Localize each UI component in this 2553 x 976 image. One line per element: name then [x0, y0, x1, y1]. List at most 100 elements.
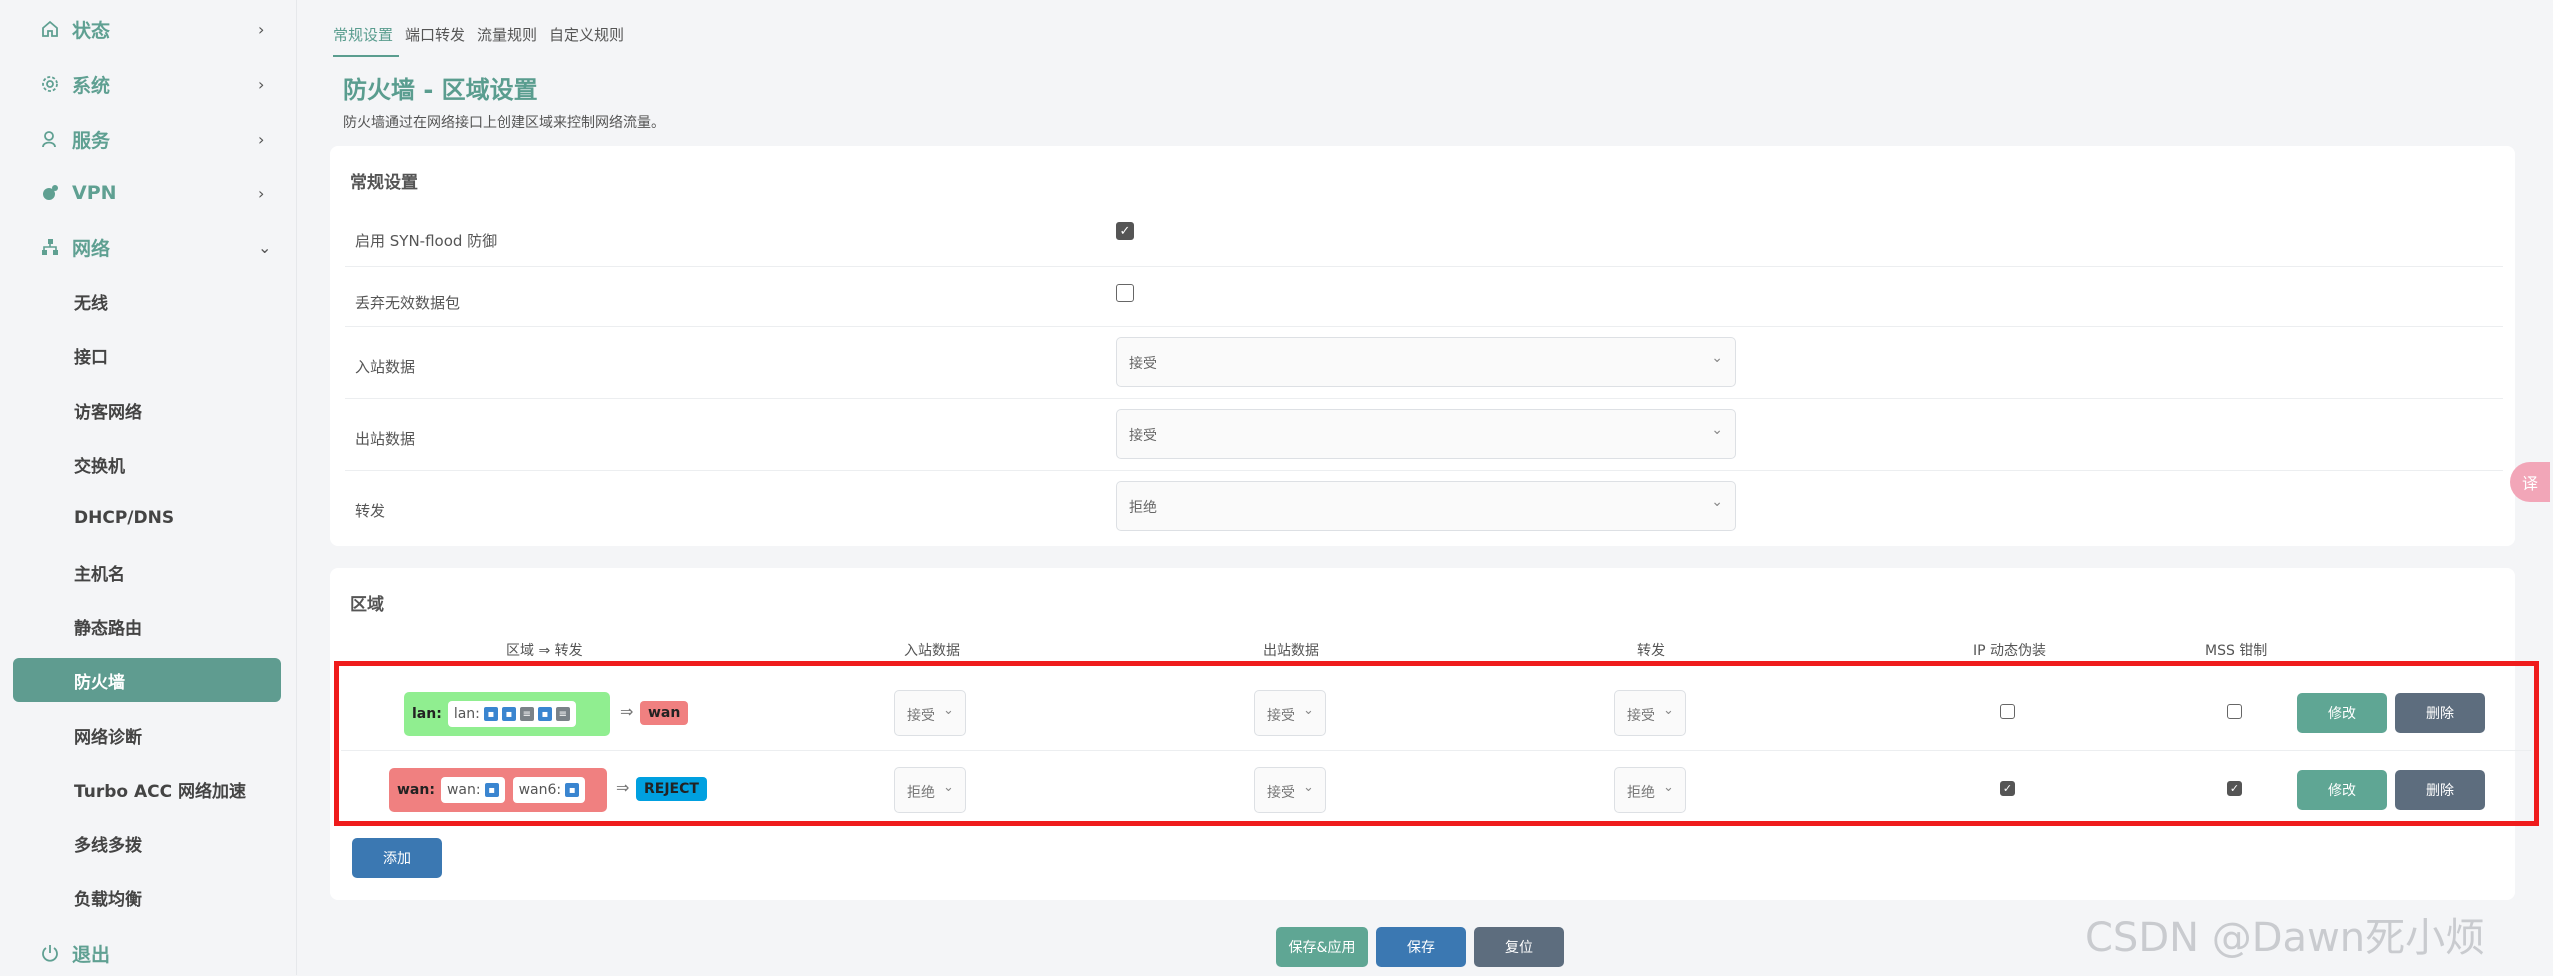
- sidebar-item-static-routes[interactable]: 静态路由: [0, 604, 296, 648]
- chevron-down-icon: ⌄: [1303, 780, 1314, 795]
- page-description: 防火墙通过在网络接口上创建区域来控制网络流量。: [343, 115, 665, 131]
- sidebar-item-interfaces[interactable]: 接口: [0, 333, 296, 377]
- reset-button[interactable]: 复位: [1474, 927, 1564, 967]
- sidebar-item-diagnostics[interactable]: 网络诊断: [0, 713, 296, 757]
- mss-clamping-checkbox[interactable]: [2227, 704, 2242, 719]
- sidebar-item-label: 网络诊断: [74, 727, 142, 748]
- sidebar-item-label: Turbo ACC 网络加速: [74, 781, 247, 802]
- ethernet-icon: ▪: [501, 707, 516, 721]
- chevron-down-icon: ⌄: [1711, 494, 1723, 510]
- sidebar-item-turbo-acc[interactable]: Turbo ACC 网络加速: [0, 767, 296, 811]
- tab-custom-rules[interactable]: 自定义规则: [549, 20, 630, 57]
- masquerade-checkbox[interactable]: ✓: [2000, 781, 2015, 796]
- sidebar-item-label: 访客网络: [74, 402, 142, 423]
- save-button[interactable]: 保存: [1376, 927, 1466, 967]
- sidebar-item-switch[interactable]: 交换机: [0, 442, 296, 486]
- sidebar: 状态 › 系统 › 服务 › VPN › 网络 ⌄ 无线 接口 访客网络 交换机…: [0, 0, 297, 975]
- chevron-down-icon: ⌄: [1663, 703, 1674, 718]
- network-chip: wan: ▪: [440, 777, 505, 803]
- add-zone-button[interactable]: 添加: [352, 838, 442, 878]
- tab-traffic-rules[interactable]: 流量规则: [477, 20, 543, 57]
- sidebar-item-wireless[interactable]: 无线: [0, 279, 296, 323]
- select-value: 拒绝: [1627, 785, 1655, 801]
- zone-input-select[interactable]: 拒绝 ⌄: [894, 767, 966, 813]
- column-header: IP 动态伪装: [1973, 643, 2047, 659]
- input-policy-select[interactable]: 接受 ⌄: [1116, 337, 1736, 387]
- setting-row-drop-invalid: 丢弃无效数据包: [345, 266, 2503, 327]
- sidebar-item-vpn[interactable]: VPN ›: [0, 170, 296, 216]
- switch-icon: ≡: [519, 707, 534, 721]
- sidebar-item-system[interactable]: 系统 ›: [0, 61, 296, 107]
- gear-icon: [38, 72, 62, 96]
- switch-icon: ≡: [555, 707, 570, 721]
- save-apply-button[interactable]: 保存&应用: [1276, 927, 1368, 967]
- select-value: 接受: [1267, 785, 1295, 801]
- sidebar-item-multiwan-dial[interactable]: 多线多拨: [0, 821, 296, 865]
- chevron-down-icon: ⌄: [943, 780, 954, 795]
- sidebar-item-label: 交换机: [74, 456, 125, 477]
- zone-forward-select[interactable]: 拒绝 ⌄: [1614, 767, 1686, 813]
- ethernet-icon: ▪: [565, 783, 580, 797]
- sidebar-item-label: 服务: [72, 129, 111, 152]
- translate-float-button[interactable]: 译: [2510, 462, 2550, 502]
- sidebar-item-network[interactable]: 网络 ⌄: [0, 224, 296, 270]
- tab-general-settings[interactable]: 常规设置: [333, 20, 400, 57]
- setting-row-forward: 转发 拒绝 ⌄: [345, 470, 2503, 542]
- tab-bar: 常规设置 端口转发 流量规则 自定义规则: [333, 20, 636, 57]
- sidebar-item-status[interactable]: 状态 ›: [0, 6, 296, 52]
- delete-zone-button[interactable]: 删除: [2395, 770, 2485, 810]
- chevron-right-icon: ›: [258, 19, 265, 39]
- setting-row-output: 出站数据 接受 ⌄: [345, 398, 2503, 471]
- section-title: 常规设置: [350, 173, 418, 193]
- delete-zone-button[interactable]: 删除: [2395, 693, 2485, 733]
- output-policy-select[interactable]: 接受 ⌄: [1116, 409, 1736, 459]
- main-content: 常规设置 端口转发 流量规则 自定义规则 防火墙 - 区域设置 防火墙通过在网络…: [296, 0, 2553, 975]
- ethernet-icon: ▪: [484, 783, 499, 797]
- zone-output-select[interactable]: 接受 ⌄: [1254, 690, 1326, 736]
- sidebar-item-label: 静态路由: [74, 618, 142, 639]
- sidebar-item-label: 状态: [72, 19, 111, 42]
- select-value: 接受: [1627, 708, 1655, 724]
- setting-label: 丢弃无效数据包: [355, 294, 461, 312]
- drop-invalid-checkbox[interactable]: [1116, 284, 1134, 302]
- chevron-right-icon: ›: [258, 183, 265, 203]
- select-value: 接受: [1129, 428, 1157, 444]
- tab-port-forwards[interactable]: 端口转发: [405, 20, 471, 57]
- sidebar-item-firewall[interactable]: 防火墙: [13, 658, 281, 702]
- highlight-box: [334, 661, 2539, 826]
- zone-name: lan:: [412, 706, 442, 722]
- sidebar-item-label: 防火墙: [74, 672, 125, 693]
- chevron-right-icon: ›: [258, 74, 265, 94]
- chevron-down-icon: ⌄: [1303, 703, 1314, 718]
- column-header: 入站数据: [904, 643, 960, 659]
- mss-clamping-checkbox[interactable]: ✓: [2227, 781, 2242, 796]
- sidebar-item-hostnames[interactable]: 主机名: [0, 550, 296, 594]
- setting-row-input: 入站数据 接受 ⌄: [345, 326, 2503, 399]
- syn-flood-checkbox[interactable]: ✓: [1116, 222, 1134, 240]
- zone-input-select[interactable]: 接受 ⌄: [894, 690, 966, 736]
- forward-destination: REJECT: [636, 777, 707, 801]
- sidebar-item-load-balance[interactable]: 负载均衡: [0, 875, 296, 919]
- sidebar-item-label: 接口: [74, 347, 108, 368]
- chevron-down-icon: ⌄: [258, 237, 272, 257]
- chevron-right-icon: ›: [258, 129, 265, 149]
- edit-zone-button[interactable]: 修改: [2297, 693, 2387, 733]
- setting-row-syn-flood: 启用 SYN-flood 防御 ✓: [345, 206, 2503, 267]
- user-icon: [38, 127, 62, 151]
- masquerade-checkbox[interactable]: [2000, 704, 2015, 719]
- edit-zone-button[interactable]: 修改: [2297, 770, 2387, 810]
- sidebar-item-guest-network[interactable]: 访客网络: [0, 388, 296, 432]
- forward-policy-select[interactable]: 拒绝 ⌄: [1116, 481, 1736, 531]
- setting-label: 启用 SYN-flood 防御: [355, 232, 498, 250]
- watermark: CSDN @Dawn死小烦: [2085, 915, 2486, 961]
- sidebar-item-label: 退出: [72, 943, 111, 966]
- page-title: 防火墙 - 区域设置: [343, 76, 538, 104]
- sidebar-item-dhcp-dns[interactable]: DHCP/DNS: [0, 496, 296, 540]
- sidebar-item-logout[interactable]: 退出: [0, 930, 296, 976]
- network-chip: lan: ▪ ▪ ≡ ▪ ≡: [447, 701, 576, 727]
- zone-output-select[interactable]: 接受 ⌄: [1254, 767, 1326, 813]
- zone-forward-select[interactable]: 接受 ⌄: [1614, 690, 1686, 736]
- sidebar-item-services[interactable]: 服务 ›: [0, 116, 296, 162]
- section-title: 区域: [350, 595, 384, 615]
- network-label: lan:: [453, 706, 480, 722]
